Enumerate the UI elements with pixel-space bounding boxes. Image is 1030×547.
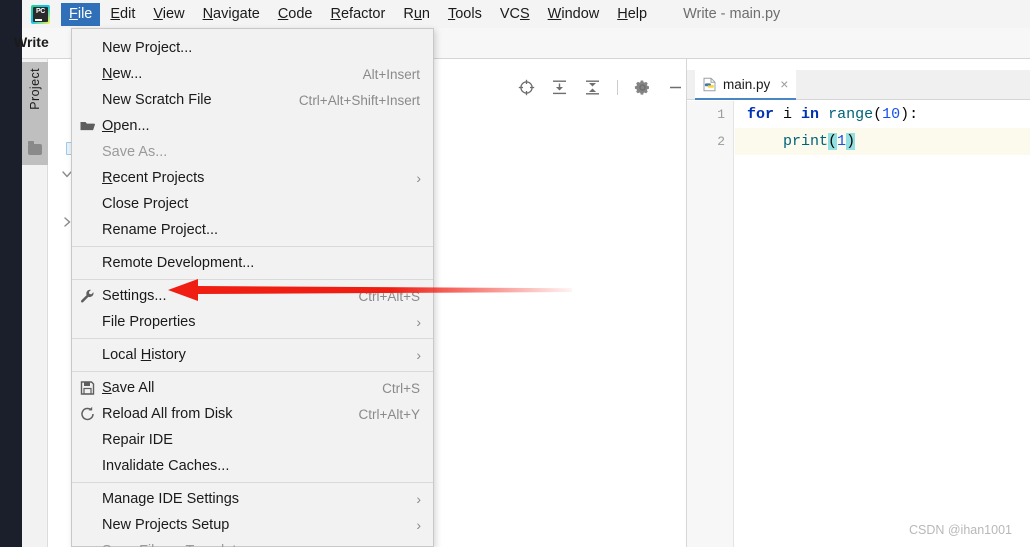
menu-view[interactable]: View xyxy=(145,3,192,26)
label: New... xyxy=(102,66,143,82)
label: New Scratch File xyxy=(102,92,212,108)
label: Save As... xyxy=(102,144,168,160)
menu-help[interactable]: Help xyxy=(609,3,655,26)
left-dark-rail xyxy=(0,0,22,547)
label: Repair IDE xyxy=(102,432,173,448)
annotation-arrow xyxy=(168,275,572,305)
menu-navigate[interactable]: Navigate xyxy=(195,3,268,26)
label: Reload All from Disk xyxy=(102,406,233,422)
folder-icon xyxy=(28,141,42,155)
menu-item-save-as: Save As... xyxy=(72,139,433,165)
folder-icon xyxy=(79,118,96,135)
label: Close Project xyxy=(102,196,189,212)
locate-target-icon[interactable] xyxy=(518,79,535,96)
chevron-right-icon: › xyxy=(416,170,421,186)
label: New Project... xyxy=(102,40,193,56)
project-tab-label: Project xyxy=(28,68,42,110)
label: Recent Projects xyxy=(102,170,205,186)
tab-label: main.py xyxy=(723,76,771,92)
pycharm-window: Write Project main.py × 1 2 for i in ran… xyxy=(0,0,1030,547)
shortcut: Ctrl+S xyxy=(382,380,420,396)
chevron-right-icon: › xyxy=(416,314,421,330)
shortcut: Ctrl+Alt+Y xyxy=(358,406,420,422)
menu-item-recent-projects[interactable]: Recent Projects › xyxy=(72,165,433,191)
menu-window[interactable]: Window xyxy=(540,3,608,26)
label: File Properties xyxy=(102,314,196,330)
label: Save All xyxy=(102,380,155,396)
menu-vcs[interactable]: VCS xyxy=(492,3,538,26)
project-title: Write xyxy=(14,34,49,50)
window-title: Write - main.py xyxy=(683,6,781,22)
label: Rename Project... xyxy=(102,222,219,238)
menu-edit[interactable]: Edit xyxy=(102,3,143,26)
label: Invalidate Caches... xyxy=(102,458,230,474)
shortcut: Alt+Insert xyxy=(362,66,420,82)
toolbar-separator xyxy=(617,79,618,95)
wrench-icon xyxy=(79,288,96,305)
watermark: CSDN @ihan1001 xyxy=(908,523,1012,537)
python-file-icon xyxy=(703,77,717,92)
menu-item-save-file-as-template: Save File as Template... xyxy=(72,538,433,547)
code-editor[interactable]: for i in range(10): print(1) xyxy=(735,101,1030,547)
code-line-2[interactable]: print(1) xyxy=(735,128,1030,155)
menu-separator xyxy=(72,371,433,372)
gear-icon[interactable] xyxy=(634,79,651,96)
menu-item-open[interactable]: Open... xyxy=(72,113,433,139)
menu-separator xyxy=(72,246,433,247)
line-number: 1 xyxy=(717,107,725,122)
line-number: 2 xyxy=(717,134,725,149)
close-icon[interactable]: × xyxy=(780,76,788,92)
menu-item-rename-project[interactable]: Rename Project... xyxy=(72,217,433,243)
tab-main-py[interactable]: main.py × xyxy=(695,70,797,100)
menu-item-save-all[interactable]: Save All Ctrl+S xyxy=(72,375,433,401)
menu-run[interactable]: Run xyxy=(395,3,438,26)
menu-item-new-project[interactable]: New Project... xyxy=(72,35,433,61)
editor-gutter: 1 2 xyxy=(687,101,734,547)
menu-item-file-properties[interactable]: File Properties › xyxy=(72,309,433,335)
code-line-1[interactable]: for i in range(10): xyxy=(735,101,1030,128)
menu-item-new-projects-setup[interactable]: New Projects Setup › xyxy=(72,512,433,538)
menu-item-reload-all-from-disk[interactable]: Reload All from Disk Ctrl+Alt+Y xyxy=(72,401,433,427)
menu-item-local-history[interactable]: Local History › xyxy=(72,342,433,368)
menu-item-new[interactable]: New... Alt+Insert xyxy=(72,61,433,87)
menu-item-repair-ide[interactable]: Repair IDE xyxy=(72,427,433,453)
label: Manage IDE Settings xyxy=(102,491,240,507)
menu-separator xyxy=(72,482,433,483)
menu-item-invalidate-caches[interactable]: Invalidate Caches... xyxy=(72,453,433,479)
label: New Projects Setup xyxy=(102,517,230,533)
chevron-right-icon: › xyxy=(416,517,421,533)
expand-all-icon[interactable] xyxy=(584,79,601,96)
label: Open... xyxy=(102,118,150,134)
label: Save File as Template... xyxy=(102,543,256,547)
menu-item-new-scratch-file[interactable]: New Scratch File Ctrl+Alt+Shift+Insert xyxy=(72,87,433,113)
chevron-right-icon: › xyxy=(416,491,421,507)
menu-bar: PC File Edit View Navigate Code Refactor… xyxy=(22,0,1030,28)
menu-refactor[interactable]: Refactor xyxy=(323,3,394,26)
menu-item-remote-development[interactable]: Remote Development... xyxy=(72,250,433,276)
sidebar-item-project[interactable]: Project xyxy=(22,62,48,165)
menu-item-manage-ide-settings[interactable]: Manage IDE Settings › xyxy=(72,486,433,512)
minimize-icon[interactable] xyxy=(667,79,684,96)
label: Settings... xyxy=(102,288,167,304)
menu-tools[interactable]: Tools xyxy=(440,3,490,26)
logo-bar xyxy=(35,18,42,21)
collapse-all-icon[interactable] xyxy=(551,79,568,96)
menu-separator xyxy=(72,338,433,339)
reload-icon xyxy=(79,406,96,423)
menu-code[interactable]: Code xyxy=(270,3,321,26)
toolwindow-toolbar xyxy=(518,74,686,100)
editor-tabstrip: main.py × xyxy=(687,70,1030,100)
chevron-right-icon: › xyxy=(416,347,421,363)
label: Local History xyxy=(102,347,186,363)
pycharm-logo-icon: PC xyxy=(31,4,50,24)
editor-area: main.py × 1 2 for i in range(10): print(… xyxy=(686,59,1030,547)
shortcut: Ctrl+Alt+Shift+Insert xyxy=(298,92,420,108)
menu-file[interactable]: File xyxy=(61,2,101,26)
menu-item-close-project[interactable]: Close Project xyxy=(72,191,433,217)
save-icon xyxy=(79,380,96,397)
label: Remote Development... xyxy=(102,255,255,271)
